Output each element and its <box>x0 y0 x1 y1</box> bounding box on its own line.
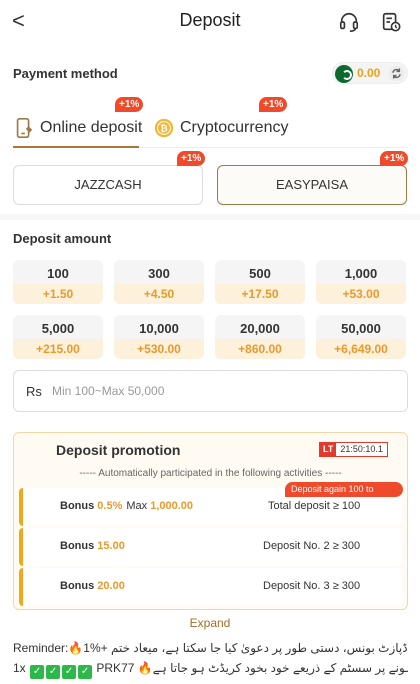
amount-input-box: Rs <box>13 370 408 412</box>
amount-option[interactable]: 500 +17.50 <box>215 260 305 304</box>
channel-jazzcash-badge: +1% <box>177 151 206 166</box>
amount-value: 300 <box>148 266 170 281</box>
refresh-icon[interactable] <box>388 65 405 82</box>
channel-easypaisa-label: EASYPAISA <box>275 177 348 192</box>
balance-pill: 0.00 <box>332 62 408 84</box>
svg-text:₿: ₿ <box>160 124 168 135</box>
amount-value: 1,000 <box>344 266 378 281</box>
amount-bonus: +6,649.00 <box>316 339 406 359</box>
promotion-bonus: Bonus 0.5% Max 1,000.00 <box>60 500 193 512</box>
amount-bonus: +215.00 <box>13 339 103 359</box>
promotion-bonus: Bonus 15.00 <box>60 540 125 552</box>
tab-online-bonus-badge: +1% <box>115 97 144 112</box>
promotion-title: Deposit promotion <box>56 442 181 458</box>
deposit-records-icon[interactable] <box>380 11 402 33</box>
tab-cryptocurrency[interactable]: ₿ Cryptocurrency <box>153 110 288 146</box>
promotion-condition: Deposit No. 3 ≥ 300 <box>263 580 361 592</box>
max-value: 1,000.00 <box>150 500 194 512</box>
check-icon: ✓ <box>46 665 61 679</box>
payment-method-title: Payment method <box>13 66 118 81</box>
amount-bonus: +1.50 <box>13 284 103 304</box>
amount-bonus: +860.00 <box>215 339 305 359</box>
channel-jazzcash-label: JAZZCASH <box>74 177 142 192</box>
amount-bonus: +530.00 <box>114 339 204 359</box>
expand-button[interactable]: Expand <box>0 616 420 630</box>
amount-option[interactable]: 20,000 +860.00 <box>215 315 305 359</box>
amount-value: 50,000 <box>341 321 381 336</box>
bonus-label: Bonus <box>60 500 95 512</box>
tab-online-deposit[interactable]: Online deposit <box>13 110 142 146</box>
channel-jazzcash[interactable]: JAZZCASH <box>13 165 203 205</box>
amount-value: 10,000 <box>139 321 179 336</box>
check-icon: ✓ <box>78 665 93 679</box>
promotion-row: Deposit again 100 to receive Bonus 0.5% M… <box>19 482 403 526</box>
amount-option[interactable]: 5,000 +215.00 <box>13 315 103 359</box>
timer-value: 21:50:10.1 <box>340 444 383 454</box>
pakistan-flag-icon <box>335 65 353 83</box>
amount-value: 500 <box>249 266 271 281</box>
channel-easypaisa-badge: +1% <box>380 151 409 166</box>
reminder-line-2-text: PRKہونے پر سسٹم کے ذریعے خود بخود کریڈٹ … <box>96 661 408 675</box>
promotion-bonus: Bonus 20.00 <box>60 580 125 592</box>
deposit-amount-title: Deposit amount <box>13 231 112 246</box>
bonus-label: Bonus <box>60 580 95 592</box>
amount-option[interactable]: 10,000 +530.00 <box>114 315 204 359</box>
amount-option[interactable]: 100 +1.50 <box>13 260 103 304</box>
tab-cryptocurrency-label: Cryptocurrency <box>180 119 289 136</box>
customer-support-icon[interactable] <box>338 11 360 33</box>
amount-option[interactable]: 50,000 +6,649.00 <box>316 315 406 359</box>
promotion-row: Bonus 20.00 Deposit No. 3 ≥ 300 <box>19 568 403 606</box>
tab-crypto-bonus-badge: +1% <box>259 97 288 112</box>
channel-easypaisa[interactable]: EASYPAISA <box>217 165 407 205</box>
check-icon: ✓ <box>62 665 77 679</box>
amount-bonus: +53.00 <box>316 284 406 304</box>
bonus-value: 0.5% <box>97 500 123 512</box>
reminder-multiplier: 1x <box>13 661 26 675</box>
deposit-promotion-card: Deposit promotion LT 21:50:10.1 ----- Aut… <box>13 432 408 610</box>
tab-online-deposit-label: Online deposit <box>40 119 143 136</box>
amount-bonus: +17.50 <box>215 284 305 304</box>
amount-bonus: +4.50 <box>114 284 204 304</box>
reminder-text: Reminder:🔥1%+ ڈپازٹ بونس، دستی طور پر دع… <box>13 638 408 679</box>
amount-value: 100 <box>47 266 69 281</box>
active-tab-indicator <box>13 146 139 148</box>
bonus-value: 20.00 <box>97 580 125 592</box>
promotion-row: Bonus 15.00 Deposit No. 2 ≥ 300 <box>19 528 403 566</box>
timer-tag: LT <box>320 443 337 456</box>
promotion-timer: LT 21:50:10.1 <box>319 442 388 457</box>
header-bar: < Deposit <box>0 0 420 44</box>
amount-option[interactable]: 1,000 +53.00 <box>316 260 406 304</box>
promotion-condition: Deposit No. 2 ≥ 300 <box>263 540 361 552</box>
promotion-condition: Total deposit ≥ 100 <box>268 500 361 512</box>
section-separator <box>0 214 420 220</box>
bonus-value: 15.00 <box>97 540 125 552</box>
check-icon: ✓ <box>30 665 45 679</box>
currency-label: Rs <box>26 384 42 399</box>
auto-participate-text: ----- Automatically participated in the … <box>79 468 342 479</box>
reminder-line-2: 1x ✓ ✓ ✓ ✓ PRKہونے پر سسٹم کے ذریعے خود بخو… <box>13 658 408 679</box>
phone-icon <box>16 118 33 138</box>
reminder-line-1: Reminder:🔥1%+ ڈپازٹ بونس، دستی طور پر دع… <box>13 641 408 655</box>
coin-icon: ₿ <box>154 118 174 138</box>
amount-value: 20,000 <box>240 321 280 336</box>
amount-value: 5,000 <box>41 321 75 336</box>
deposit-again-tag: Deposit again 100 to receive <box>285 482 403 509</box>
balance-value: 0.00 <box>357 66 381 80</box>
max-label: Max <box>126 500 148 512</box>
amount-option[interactable]: 300 +4.50 <box>114 260 204 304</box>
bonus-label: Bonus <box>60 540 95 552</box>
amount-input[interactable] <box>52 377 392 405</box>
